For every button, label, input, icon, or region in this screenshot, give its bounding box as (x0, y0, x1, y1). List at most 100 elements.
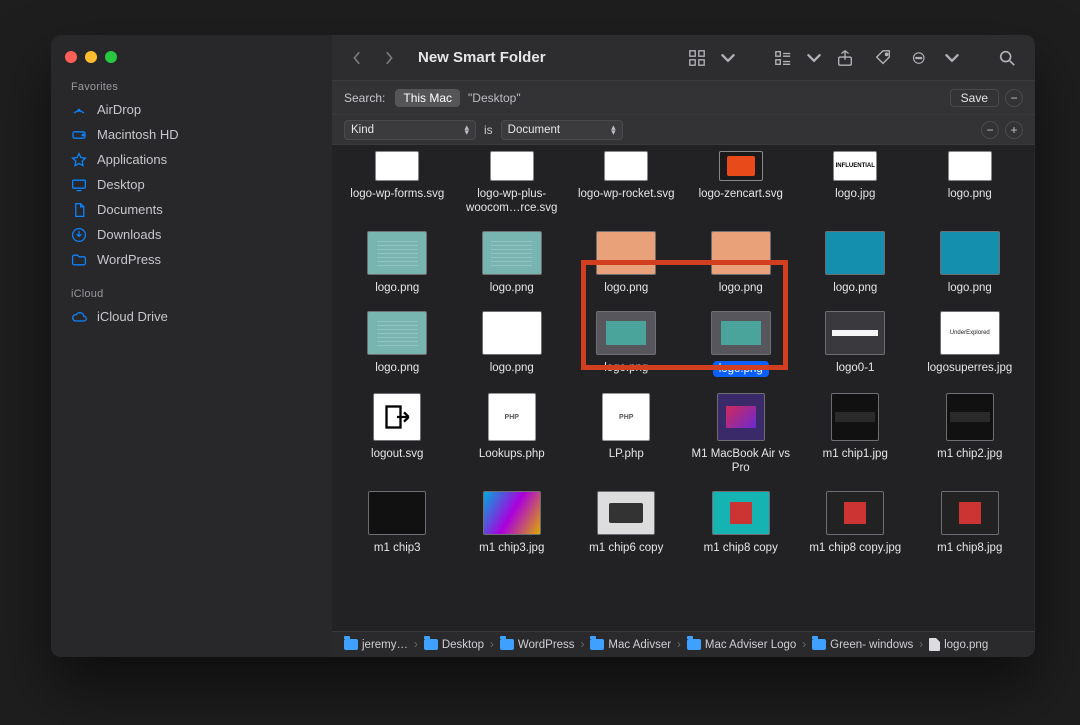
file-name-label: logo-wp-plus-woocom…rce.svg (460, 187, 564, 215)
group-chevron-icon[interactable] (807, 44, 821, 72)
file-item[interactable]: logo.png (800, 227, 911, 295)
file-name-label: logo.png (604, 361, 648, 375)
path-crumb[interactable]: logo.png (929, 638, 988, 651)
close-button[interactable] (65, 51, 77, 63)
criteria-add-button[interactable]: + (1005, 121, 1023, 139)
path-crumb[interactable]: WordPress (500, 639, 575, 651)
path-crumb[interactable]: Mac Adviser Logo (687, 639, 796, 651)
criteria-value-select[interactable]: Document ▴▾ (501, 120, 623, 140)
sidebar-item-label: WordPress (97, 252, 161, 267)
minimize-button[interactable] (85, 51, 97, 63)
file-item[interactable]: logo.png (457, 227, 568, 295)
file-item[interactable]: logo.png (686, 227, 797, 295)
file-thumbnail (826, 491, 884, 535)
file-item[interactable]: logo.png (342, 307, 453, 377)
file-item[interactable]: logo-zencart.svg (686, 147, 797, 215)
file-item[interactable]: UnderExploredlogosuperres.jpg (915, 307, 1026, 377)
file-thumbnail (717, 393, 765, 441)
file-item[interactable]: m1 chip6 copy (571, 487, 682, 555)
scope-this-mac[interactable]: This Mac (395, 89, 460, 107)
file-item[interactable]: logo-wp-rocket.svg (571, 147, 682, 215)
path-crumb-label: Desktop (442, 639, 484, 651)
file-item[interactable]: logout.svg (342, 389, 453, 475)
scope-desktop[interactable]: "Desktop" (460, 89, 529, 107)
folder-icon (424, 639, 438, 650)
file-item[interactable]: logo-wp-plus-woocom…rce.svg (457, 147, 568, 215)
criteria-attribute-select[interactable]: Kind ▴▾ (344, 120, 476, 140)
sidebar-item-wordpress[interactable]: WordPress (51, 247, 332, 272)
save-search-button[interactable]: Save (950, 89, 999, 107)
file-item[interactable]: logo.png (915, 227, 1026, 295)
file-item[interactable]: m1 chip8 copy.jpg (800, 487, 911, 555)
file-item[interactable]: logo.png (915, 147, 1026, 215)
file-thumbnail (490, 151, 534, 181)
file-item[interactable]: PHPLookups.php (457, 389, 568, 475)
path-crumb-label: WordPress (518, 639, 575, 651)
actions-chevron-icon[interactable] (945, 44, 959, 72)
file-item[interactable]: m1 chip8.jpg (915, 487, 1026, 555)
file-thumbnail (367, 231, 427, 275)
actions-icon[interactable] (907, 44, 935, 72)
file-item[interactable]: logo.png (686, 307, 797, 377)
file-item[interactable]: logo-wp-forms.svg (342, 147, 453, 215)
tags-icon[interactable] (869, 44, 897, 72)
file-name-label: m1 chip8 copy (704, 541, 778, 555)
scope-switcher[interactable]: This Mac "Desktop" (395, 89, 528, 107)
file-item[interactable]: logo.png (571, 307, 682, 377)
file-name-label: LP.php (609, 447, 644, 461)
path-crumb[interactable]: Desktop (424, 639, 484, 651)
view-chevron-icon[interactable] (721, 44, 735, 72)
file-thumbnail (711, 231, 771, 275)
back-button[interactable] (346, 43, 368, 73)
sidebar-item-documents[interactable]: Documents (51, 197, 332, 222)
file-item[interactable]: m1 chip8 copy (686, 487, 797, 555)
path-crumb[interactable]: Mac Adivser (590, 639, 671, 651)
file-thumbnail: INFLUENTIAL (833, 151, 877, 181)
sidebar-item-icloud-drive[interactable]: iCloud Drive (51, 304, 332, 329)
sidebar-item-macintosh-hd[interactable]: Macintosh HD (51, 122, 332, 147)
file-item[interactable]: m1 chip3.jpg (457, 487, 568, 555)
file-item[interactable]: m1 chip1.jpg (800, 389, 911, 475)
criteria-remove-button[interactable]: − (981, 121, 999, 139)
file-item[interactable]: INFLUENTIALlogo.jpg (800, 147, 911, 215)
group-icon[interactable] (769, 44, 797, 72)
file-item[interactable]: logo.png (571, 227, 682, 295)
sidebar-item-desktop[interactable]: Desktop (51, 172, 332, 197)
file-item[interactable]: m1 chip2.jpg (915, 389, 1026, 475)
file-item[interactable]: m1 chip3 (342, 487, 453, 555)
sidebar-item-label: Applications (97, 152, 167, 167)
sidebar-list: iCloud Drive (51, 304, 332, 329)
file-grid[interactable]: logo-wp-forms.svglogo-wp-plus-woocom…rce… (332, 145, 1035, 565)
file-thumbnail (712, 491, 770, 535)
path-bar: jeremy…›Desktop›WordPress›Mac Adivser›Ma… (332, 631, 1035, 657)
zoom-button[interactable] (105, 51, 117, 63)
sidebar-item-airdrop[interactable]: AirDrop (51, 97, 332, 122)
sidebar-item-label: iCloud Drive (97, 309, 168, 324)
file-name-label: m1 chip8.jpg (937, 541, 1002, 555)
share-icon[interactable] (831, 44, 859, 72)
sidebar-item-downloads[interactable]: Downloads (51, 222, 332, 247)
file-item[interactable]: M1 MacBook Air vs Pro (686, 389, 797, 475)
file-name-label: logo.png (490, 361, 534, 375)
file-thumbnail (597, 491, 655, 535)
search-icon[interactable] (993, 44, 1021, 72)
toolbar: New Smart Folder (332, 35, 1035, 81)
file-thumbnail (375, 151, 419, 181)
file-thumbnail (948, 151, 992, 181)
main-pane: New Smart Folder (332, 35, 1035, 657)
file-name-label: logo.png (833, 281, 877, 295)
file-item[interactable]: logo.png (342, 227, 453, 295)
file-item[interactable]: logo.png (457, 307, 568, 377)
remove-search-button[interactable]: − (1005, 89, 1023, 107)
path-crumb[interactable]: Green- windows (812, 639, 913, 651)
file-thumbnail (367, 311, 427, 355)
sidebar-item-label: Macintosh HD (97, 127, 179, 142)
file-item[interactable]: PHPLP.php (571, 389, 682, 475)
chevron-right-icon: › (677, 639, 681, 651)
hdd-icon (71, 127, 87, 143)
forward-button[interactable] (378, 43, 400, 73)
file-item[interactable]: logo0-1 (800, 307, 911, 377)
view-icon-grid[interactable] (683, 44, 711, 72)
sidebar-item-applications[interactable]: Applications (51, 147, 332, 172)
path-crumb[interactable]: jeremy… (344, 639, 408, 651)
